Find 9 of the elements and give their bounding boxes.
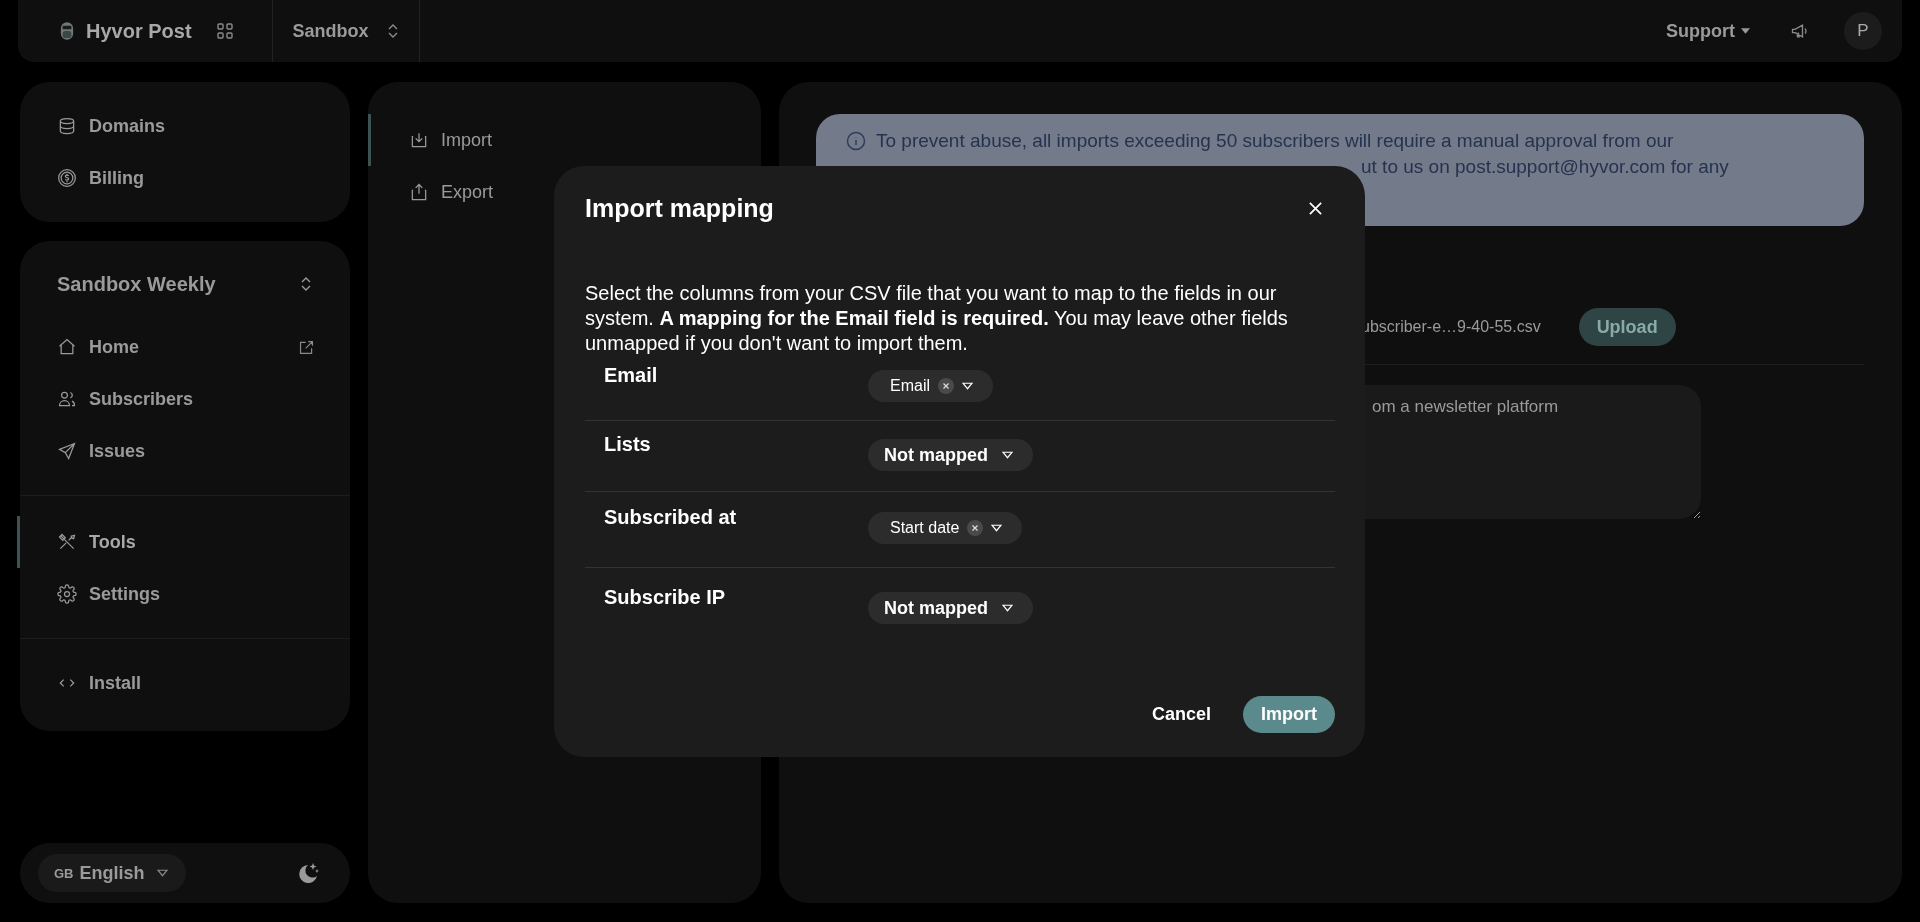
notice-text: ut to us on post.support@hyvor.com for any <box>1361 155 1729 179</box>
field-label: Subscribed at <box>604 506 738 529</box>
field-label: Subscribe IP <box>604 586 727 609</box>
field-label: Email <box>604 364 659 387</box>
file-name: ubscriber-e…9-40-55.csv <box>1361 318 1541 336</box>
dialog-title: Import mapping <box>585 194 774 223</box>
notice-text: To prevent abuse, all imports exceeding 50 subscribers will require a manual approval from our <box>876 129 1674 153</box>
dialog-description: Select the columns from your CSV file that you want to map to the fields in our system. A mapping for the Email field is required. You may leave other fields unmapped if you don't want to import them. <box>585 281 1289 356</box>
field-label: Lists <box>604 433 652 456</box>
